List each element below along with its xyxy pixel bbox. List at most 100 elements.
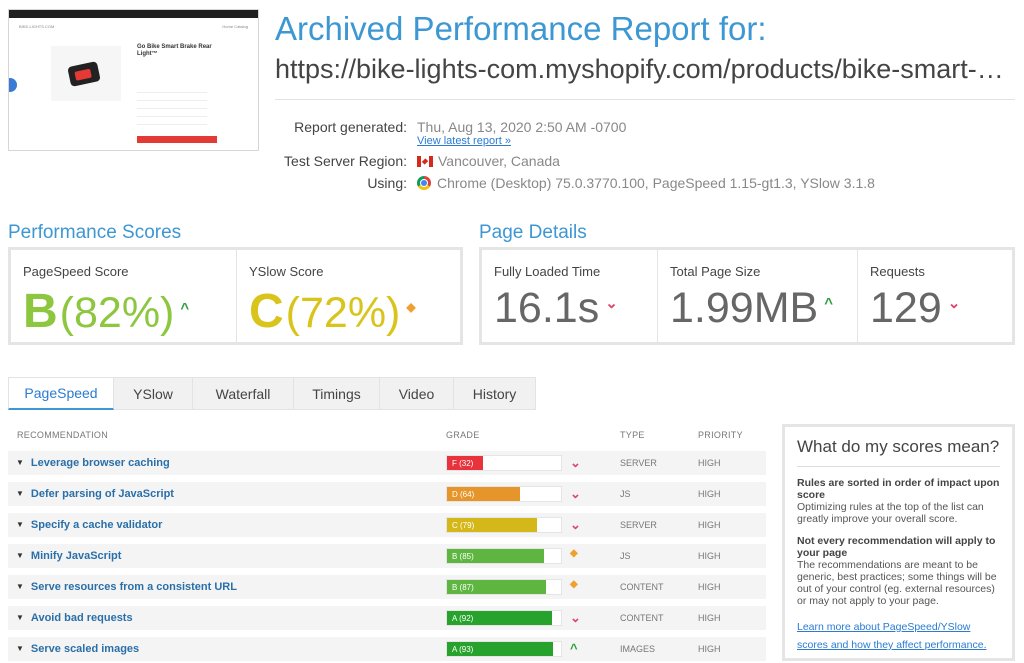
yslow-grade: C — [249, 285, 284, 338]
grade-bar: B (85) — [447, 549, 544, 563]
caret-down-icon: ▼ — [16, 613, 24, 622]
tab-history[interactable]: History — [454, 377, 536, 410]
pagespeed-score-cell: PageSpeed Score B (82%) ^ — [11, 250, 236, 342]
tab-video[interactable]: Video — [380, 377, 454, 410]
tab-yslow[interactable]: YSlow — [114, 377, 193, 410]
recommendation-priority: HIGH — [698, 582, 721, 592]
recommendation-label: Specify a cache validator — [30, 519, 163, 531]
pagespeed-score-label: PageSpeed Score — [23, 264, 129, 279]
pagespeed-percent: (82%) — [59, 289, 175, 337]
recommendation-priority: HIGH — [698, 489, 721, 499]
recommendation-name[interactable]: ▼ Leverage browser caching — [16, 457, 170, 469]
learn-more-link[interactable]: Learn more about PageSpeed/YSlow scores … — [797, 621, 987, 651]
page-size-label: Total Page Size — [670, 264, 761, 279]
fully-loaded-value: 16.1s — [494, 284, 600, 332]
table-row[interactable]: ▼ Defer parsing of JavaScript D (64) ⌄ JS HIG… — [8, 482, 766, 506]
thumbnail-site: BIKE-LIGHTS.COM — [19, 24, 55, 29]
grade-bar-track: A (93) — [446, 641, 562, 657]
region-value-wrap: Vancouver, Canada — [417, 153, 560, 169]
chat-bubble-icon — [9, 78, 17, 92]
canada-flag-icon — [417, 155, 433, 167]
arrow-down-icon: ⌄ — [570, 455, 581, 470]
view-latest-report-link[interactable]: View latest report » — [417, 135, 511, 147]
arrow-down-icon: ⌄ — [947, 295, 961, 312]
arrow-down-icon: ⌄ — [570, 486, 581, 501]
recommendation-type: JS — [620, 489, 631, 499]
header-priority: PRIORITY — [698, 430, 743, 440]
arrow-up-icon: ^ — [570, 641, 578, 656]
recommendation-type: CONTENT — [620, 613, 664, 623]
caret-down-icon: ▼ — [16, 520, 24, 529]
recommendation-name[interactable]: ▼ Defer parsing of JavaScript — [16, 488, 174, 500]
meta-report-generated: Report generated: Thu, Aug 13, 2020 2:50… — [0, 118, 1024, 136]
table-row[interactable]: ▼ Minify JavaScript B (85) ◆ JS HIGH — [8, 544, 766, 568]
requests-value: 129 — [870, 284, 942, 332]
fully-loaded-value-wrap: 16.1s ⌄ — [494, 284, 618, 333]
recommendation-label: Avoid bad requests — [30, 612, 133, 624]
caret-down-icon: ▼ — [16, 582, 24, 591]
yslow-percent: (72%) — [285, 289, 401, 337]
tab-waterfall[interactable]: Waterfall — [193, 377, 294, 410]
page-size-cell: Total Page Size 1.99MB ^ — [658, 250, 857, 342]
caret-down-icon: ▼ — [16, 458, 24, 467]
meta-region: Test Server Region: Vancouver, Canada — [0, 152, 1024, 170]
thumbnail-nav-links: Home Catalog — [222, 24, 248, 29]
recommendation-priority: HIGH — [698, 551, 721, 561]
grade-bar-track: A (92) — [446, 610, 562, 626]
grade-bar-track: B (87) — [446, 579, 562, 595]
performance-scores-title: Performance Scores — [8, 222, 182, 243]
table-row[interactable]: ▼ Serve resources from a consistent URL B … — [8, 575, 766, 599]
grade-bar: F (32) — [447, 456, 484, 470]
grade-bar-track: F (32) — [446, 455, 562, 471]
recommendation-name[interactable]: ▼ Avoid bad requests — [16, 612, 133, 624]
recommendation-type: IMAGES — [620, 644, 656, 654]
thumbnail-product-title: Go Bike Smart Brake Rear Light™ — [137, 44, 212, 57]
bike-light-icon — [67, 61, 101, 87]
table-row[interactable]: ▼ Leverage browser caching F (32) ⌄ SERVER HI… — [8, 451, 766, 475]
page-details-title: Page Details — [479, 222, 587, 243]
using-label: Using: — [367, 175, 407, 191]
recommendation-priority: HIGH — [698, 520, 721, 530]
recommendation-name[interactable]: ▼ Minify JavaScript — [16, 550, 121, 562]
recommendation-name[interactable]: ▼ Specify a cache validator — [16, 519, 162, 531]
table-row[interactable]: ▼ Serve scaled images A (93) ^ IMAGES HIGH — [8, 637, 766, 661]
side-heading-1: Rules are sorted in order of impact upon… — [797, 477, 1000, 501]
recommendation-name[interactable]: ▼ Serve resources from a consistent URL — [16, 581, 237, 593]
thumbnail-topbar — [9, 10, 258, 18]
requests-cell: Requests 129 ⌄ — [858, 250, 1012, 342]
diamond-icon: ◆ — [406, 300, 416, 314]
requests-label: Requests — [870, 264, 925, 279]
header-type: TYPE — [620, 430, 645, 440]
side-title: What do my scores mean? — [797, 437, 1000, 467]
grade-bar: A (93) — [447, 642, 554, 656]
report-tabs: PageSpeed YSlow Waterfall Timings Video … — [8, 377, 536, 410]
scores-explanation-panel: What do my scores mean? Rules are sorted… — [782, 424, 1015, 661]
recommendation-name[interactable]: ▼ Serve scaled images — [16, 643, 139, 655]
arrow-down-icon: ⌄ — [570, 610, 581, 625]
diamond-icon: ◆ — [570, 548, 578, 559]
meta-using: Using: Chrome (Desktop) 75.0.3770.100, P… — [0, 174, 1024, 192]
grade-bar-track: B (85) — [446, 548, 562, 564]
chrome-icon — [417, 176, 431, 190]
region-label: Test Server Region: — [284, 153, 407, 169]
header-divider — [275, 99, 1015, 100]
using-value-wrap: Chrome (Desktop) 75.0.3770.100, PageSpee… — [417, 175, 875, 191]
recommendation-priority: HIGH — [698, 458, 721, 468]
region-value: Vancouver, Canada — [438, 153, 560, 169]
arrow-up-icon: ^ — [824, 295, 833, 312]
recommendation-type: SERVER — [620, 458, 657, 468]
recommendation-label: Leverage browser caching — [30, 457, 170, 469]
tab-timings[interactable]: Timings — [294, 377, 380, 410]
recommendation-priority: HIGH — [698, 644, 721, 654]
yslow-score-cell: YSlow Score C (72%) ◆ — [237, 250, 463, 342]
table-row[interactable]: ▼ Avoid bad requests A (92) ⌄ CONTENT HIGH — [8, 606, 766, 630]
table-row[interactable]: ▼ Specify a cache validator C (79) ⌄ SERVER H… — [8, 513, 766, 537]
page-size-value-wrap: 1.99MB ^ — [670, 284, 833, 333]
header-recommendation: RECOMMENDATION — [17, 430, 109, 440]
thumbnail-product-image — [51, 46, 121, 101]
recommendation-label: Minify JavaScript — [30, 550, 122, 562]
thumbnail-add-to-cart — [137, 136, 217, 143]
requests-value-wrap: 129 ⌄ — [870, 284, 960, 333]
yslow-score-value: C (72%) ◆ — [249, 284, 416, 339]
tab-pagespeed[interactable]: PageSpeed — [8, 377, 114, 410]
